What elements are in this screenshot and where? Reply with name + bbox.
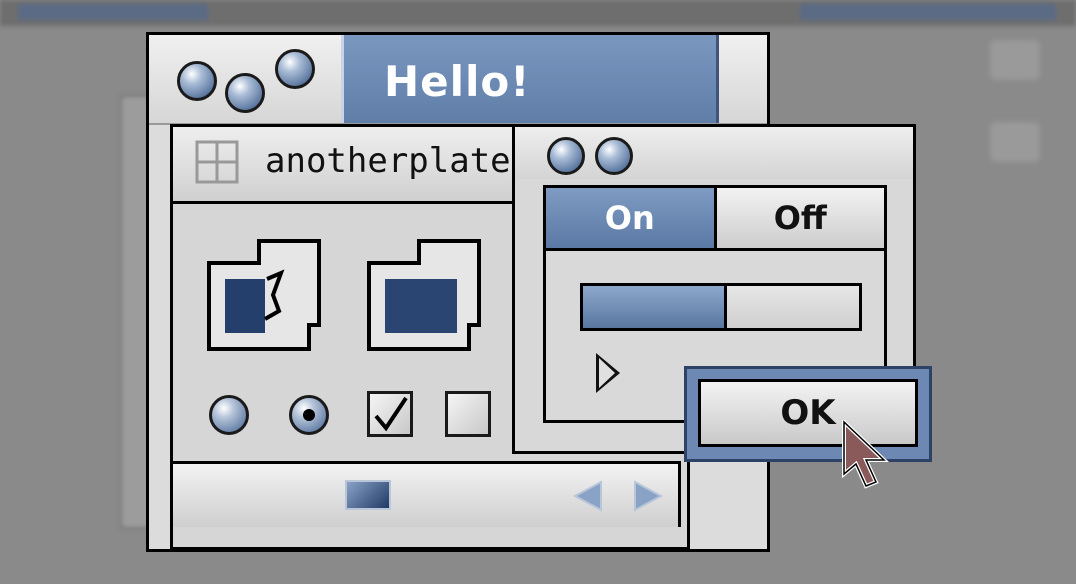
window-title: Hello!	[384, 57, 531, 106]
scroll-right-arrow-icon[interactable]	[629, 478, 665, 514]
scroll-left-arrow-icon[interactable]	[571, 478, 607, 514]
disclosure-triangle-inner	[599, 358, 615, 388]
desktop-icon[interactable]	[990, 40, 1040, 80]
close-button[interactable]	[547, 137, 585, 175]
checkbox-unchecked[interactable]	[445, 391, 491, 437]
main-titlebar[interactable]: Hello!	[149, 35, 767, 125]
zoom-button[interactable]	[225, 73, 265, 113]
checkbox-checked[interactable]	[367, 391, 413, 437]
desktop-icon[interactable]	[990, 122, 1040, 162]
zoom-button[interactable]	[595, 137, 633, 175]
menu-bar-left	[18, 4, 208, 20]
inner-window-title: anotherplate	[265, 141, 511, 181]
finder-folder-icon[interactable]	[205, 239, 323, 353]
checkmark-icon	[374, 396, 408, 432]
progress-bar	[580, 283, 862, 331]
close-button[interactable]	[177, 61, 217, 101]
on-off-segmented-control: On Off	[543, 185, 887, 251]
pointer-cursor-icon	[842, 420, 890, 489]
folder-icon[interactable]	[365, 239, 483, 353]
grid-icon	[195, 140, 239, 184]
scroll-thumb[interactable]	[345, 480, 391, 510]
progress-fill	[583, 286, 727, 328]
menu-bar-right	[800, 4, 1056, 20]
collapse-button[interactable]	[275, 49, 315, 89]
horizontal-scrollbar[interactable]	[173, 461, 681, 527]
menu-bar	[0, 0, 1076, 26]
radio-selected-dot	[303, 409, 315, 421]
segment-on[interactable]: On	[546, 188, 717, 248]
dialog-titlebar[interactable]	[515, 127, 913, 179]
radio-button-selected[interactable]	[289, 395, 329, 435]
segment-off[interactable]: Off	[716, 188, 884, 248]
radio-button-unselected[interactable]	[209, 395, 249, 435]
